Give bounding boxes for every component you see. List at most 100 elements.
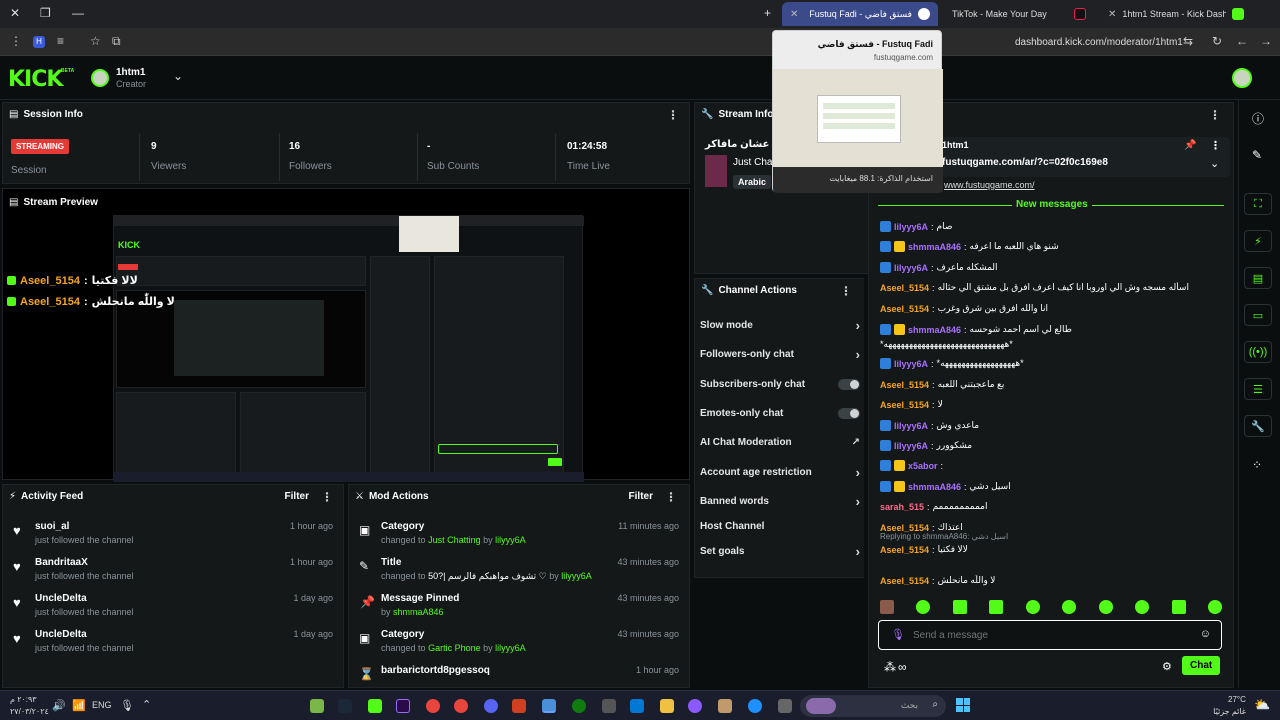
chat-username[interactable]: Aseel_5154: [880, 576, 929, 586]
emote-icon[interactable]: [1135, 600, 1150, 614]
steam-icon[interactable]: [338, 699, 352, 713]
translate-icon[interactable]: ⧉: [112, 34, 121, 49]
emote-icon[interactable]: [1062, 600, 1077, 614]
microphone-icon[interactable]: 🎙: [891, 628, 905, 641]
subscribers-only-toggle[interactable]: [838, 379, 860, 390]
kebab-menu-icon[interactable]: ⋮: [1210, 139, 1221, 152]
epic-games-icon[interactable]: [602, 699, 616, 713]
chat-username[interactable]: x5abor: [908, 461, 938, 471]
tab-kick-dashboard[interactable]: ✕ 1htm1 Stream - Kick Dashboard: [1100, 2, 1252, 26]
channel-avatar[interactable]: [91, 69, 109, 87]
chrome-icon[interactable]: [426, 699, 440, 713]
sidebar-layout-button[interactable]: ☰: [1244, 378, 1272, 400]
emote-icon[interactable]: [952, 600, 967, 614]
set-goals-action[interactable]: Set goals ›: [700, 544, 860, 559]
task-view-icon[interactable]: [778, 699, 792, 713]
emotes-only-toggle[interactable]: [838, 408, 860, 419]
chat-send-button[interactable]: Chat: [1182, 656, 1221, 675]
emote-icon[interactable]: [1098, 600, 1113, 614]
chat-username[interactable]: sarah_515: [880, 502, 924, 512]
windows-start-icon[interactable]: [956, 698, 970, 712]
chat-username[interactable]: shmmaA846: [908, 325, 961, 335]
chevron-down-icon[interactable]: ⌄: [1210, 157, 1219, 170]
weather-desc[interactable]: غائم جزئيًا: [1210, 707, 1246, 716]
infinity-icon[interactable]: ∞: [898, 660, 907, 674]
chat-username[interactable]: lilyyy6A: [894, 421, 928, 431]
ai-moderation-action[interactable]: AI Chat Moderation ↗: [700, 437, 860, 448]
language-indicator[interactable]: ENG: [92, 700, 112, 710]
sidebar-bolt-button[interactable]: ⚡: [1244, 230, 1272, 252]
chat-username[interactable]: Aseel_5154: [880, 380, 929, 390]
stream-video[interactable]: KICK: [113, 215, 584, 482]
restore-window-button[interactable]: ❐: [40, 6, 51, 20]
kick-app-icon[interactable]: [368, 699, 382, 713]
emote-icon[interactable]: [880, 600, 894, 614]
chevron-down-icon[interactable]: ⌄: [173, 69, 183, 83]
gear-icon[interactable]: ⚙: [1162, 660, 1172, 673]
channel-name[interactable]: 1htm1: [116, 67, 145, 78]
close-tab-icon[interactable]: ✕: [790, 9, 798, 20]
slow-mode-action[interactable]: Slow mode ›: [700, 318, 860, 333]
kebab-menu-icon[interactable]: ⋮: [665, 490, 677, 504]
menu-dots-icon[interactable]: ⋮: [10, 34, 22, 48]
chrome-icon[interactable]: [454, 699, 468, 713]
pinned-message[interactable]: 1htm1 fustuqgame.com/ar/?c=02f0c169e8 📌 …: [930, 137, 1230, 177]
edge-icon[interactable]: [748, 699, 762, 713]
kebab-menu-icon[interactable]: ⋮: [1209, 108, 1221, 122]
mod-filter-button[interactable]: Filter: [629, 491, 653, 502]
premiere-icon[interactable]: [396, 699, 410, 713]
extension-icon[interactable]: H: [33, 36, 45, 48]
chat-input-box[interactable]: 🎙 ☺: [878, 620, 1222, 650]
file-explorer-icon[interactable]: [660, 699, 674, 713]
discord-icon[interactable]: [484, 699, 498, 713]
kebab-menu-icon[interactable]: ⋮: [667, 108, 679, 122]
copilot-icon[interactable]: [688, 699, 702, 713]
emote-icon[interactable]: [916, 600, 931, 614]
clock-time[interactable]: ٢٠:٩٣ م: [10, 695, 37, 704]
chat-username[interactable]: shmmaA846: [908, 242, 961, 252]
sidebar-broadcast-button[interactable]: ((•)): [1244, 341, 1272, 363]
chat-username[interactable]: Aseel_5154: [880, 523, 929, 533]
account-age-action[interactable]: Account age restriction ›: [700, 465, 860, 480]
chevron-up-icon[interactable]: ⌃: [142, 698, 151, 711]
forward-icon[interactable]: →: [1260, 34, 1272, 48]
activity-filter-button[interactable]: Filter: [285, 491, 309, 502]
category-name[interactable]: Just Cha: [733, 157, 772, 168]
reader-icon[interactable]: ≡: [57, 34, 64, 48]
subscribers-only-action[interactable]: Subscribers-only chat: [700, 379, 860, 390]
outlook-icon[interactable]: [630, 699, 644, 713]
sidebar-chat-button[interactable]: ▭: [1244, 304, 1272, 326]
bookmark-star-icon[interactable]: ☆: [90, 34, 101, 48]
chat-username[interactable]: lilyyy6A: [894, 222, 928, 232]
minecraft-icon[interactable]: [310, 699, 324, 713]
chat-username[interactable]: lilyyy6A: [894, 263, 928, 273]
app-icon[interactable]: [512, 699, 526, 713]
emote-icon[interactable]: [1025, 600, 1040, 614]
chat-username[interactable]: Aseel_5154: [880, 545, 929, 555]
kebab-menu-icon[interactable]: ⋮: [840, 284, 852, 298]
minimize-window-button[interactable]: —: [72, 6, 84, 20]
microphone-icon[interactable]: 🎙: [120, 699, 134, 712]
url-field[interactable]: dashboard.kick.com/moderator/1htm1: [1015, 37, 1183, 48]
chat-username[interactable]: Aseel_5154: [880, 400, 929, 410]
host-channel-action[interactable]: Host Channel: [700, 521, 860, 532]
kick-logo[interactable]: KICK: [8, 67, 63, 92]
pencil-icon[interactable]: ✎: [1252, 148, 1262, 162]
xbox-icon[interactable]: [572, 699, 586, 713]
clock-date[interactable]: ٢٧/٠٣/٢٠٢٤: [10, 707, 49, 716]
chat-username[interactable]: shmmaA846: [908, 482, 961, 492]
close-tab-icon[interactable]: ✕: [1108, 9, 1116, 20]
emotes-only-action[interactable]: Emotes-only chat: [700, 408, 860, 419]
chat-username[interactable]: lilyyy6A: [894, 441, 928, 451]
chat-username[interactable]: Aseel_5154: [880, 304, 929, 314]
chrome-active-icon[interactable]: [542, 699, 556, 713]
reload-icon[interactable]: ↻: [1212, 34, 1222, 48]
close-window-button[interactable]: ✕: [10, 6, 20, 20]
new-tab-button[interactable]: +: [764, 6, 771, 20]
pinned-link-2[interactable]: www.fustuqgame.com/: [944, 180, 1035, 190]
store-icon[interactable]: [718, 699, 732, 713]
tab-fustuq[interactable]: فستق فاضي - Fustuq Fadi ✕: [782, 2, 938, 26]
sidebar-list-button[interactable]: ▤: [1244, 267, 1272, 289]
weather-temp[interactable]: 27°C: [1228, 695, 1246, 704]
points-icon[interactable]: ⁂: [884, 660, 896, 674]
